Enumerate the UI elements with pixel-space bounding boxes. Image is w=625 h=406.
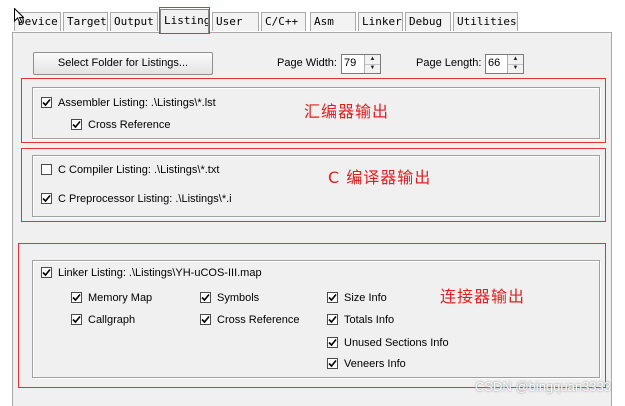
tab-utilities[interactable]: Utilities <box>453 12 518 31</box>
c-preprocessor-listing-checkbox[interactable] <box>41 193 52 204</box>
linker-cross-reference-checkbox[interactable] <box>200 314 211 325</box>
tab-listing[interactable]: Listing <box>160 9 209 33</box>
checkmark-icon <box>201 315 210 324</box>
spin-down-icon[interactable]: ▼ <box>365 64 380 73</box>
tab-user[interactable]: User <box>212 12 259 31</box>
assembler-listing-checkbox[interactable] <box>41 97 52 108</box>
tab-asm[interactable]: Asm <box>310 12 356 31</box>
linker-listing-label: Linker Listing: .\Listings\YH-uCOS-III.m… <box>58 267 262 279</box>
checkmark-icon <box>328 293 337 302</box>
linker-cross-reference-label: Cross Reference <box>217 314 300 326</box>
memory-map-label: Memory Map <box>88 292 153 304</box>
checkmark-icon <box>201 293 210 302</box>
checkmark-icon <box>42 98 51 107</box>
checkmark-icon <box>72 120 81 129</box>
memory-map-checkbox[interactable] <box>71 292 82 303</box>
assembler-listing-label: Assembler Listing: .\Listings\*.lst <box>58 97 216 109</box>
veneers-info-checkbox[interactable] <box>327 358 338 369</box>
symbols-checkbox[interactable] <box>200 292 211 303</box>
tab-debug[interactable]: Debug <box>405 12 451 31</box>
symbols-label: Symbols <box>217 292 260 304</box>
linker-annotation: 连接器输出 <box>440 287 526 306</box>
checkmark-icon <box>328 315 337 324</box>
unused-sections-info-checkbox[interactable] <box>327 337 338 348</box>
checkmark-icon <box>42 268 51 277</box>
page-width-spinner[interactable]: 79 ▲ ▼ <box>341 54 381 74</box>
tab-output[interactable]: Output <box>110 12 158 31</box>
tab-linker[interactable]: Linker <box>358 12 403 31</box>
totals-info-label: Totals Info <box>344 314 395 326</box>
page-width-value: 79 <box>344 57 357 69</box>
spin-down-icon[interactable]: ▼ <box>508 64 523 73</box>
c-compiler-listing-label: C Compiler Listing: .\Listings\*.txt <box>58 164 220 176</box>
page-width-label: Page Width: <box>277 57 337 69</box>
size-info-checkbox[interactable] <box>327 292 338 303</box>
linker-listing-checkbox[interactable] <box>41 267 52 278</box>
c-compiler-listing-checkbox[interactable] <box>41 164 52 175</box>
c-preprocessor-listing-label: C Preprocessor Listing: .\Listings\*.i <box>58 193 232 205</box>
assembler-cross-reference-checkbox[interactable] <box>71 119 82 130</box>
tab-strip: Device Target Output Listing User C/C++ … <box>0 0 625 34</box>
page-length-label: Page Length: <box>416 57 482 69</box>
mouse-cursor-icon <box>14 8 24 24</box>
size-info-label: Size Info <box>344 292 387 304</box>
page-length-spinner[interactable]: 66 ▲ ▼ <box>485 54 524 74</box>
checkmark-icon <box>328 338 337 347</box>
callgraph-checkbox[interactable] <box>71 314 82 325</box>
watermark-text: CSDN @bingquan3333 <box>474 379 611 394</box>
assembler-annotation: 汇编器输出 <box>304 102 390 121</box>
assembler-cross-reference-label: Cross Reference <box>88 119 171 131</box>
unused-sections-info-label: Unused Sections Info <box>344 337 449 349</box>
page-length-value: 66 <box>488 57 501 69</box>
tab-c-cpp[interactable]: C/C++ <box>261 12 306 31</box>
veneers-info-label: Veneers Info <box>344 358 406 370</box>
tab-target[interactable]: Target <box>63 12 108 31</box>
checkmark-icon <box>42 194 51 203</box>
callgraph-label: Callgraph <box>88 314 136 326</box>
totals-info-checkbox[interactable] <box>327 314 338 325</box>
checkmark-icon <box>72 293 81 302</box>
checkmark-icon <box>72 315 81 324</box>
select-folder-button[interactable]: Select Folder for Listings... <box>33 52 213 75</box>
checkmark-icon <box>328 359 337 368</box>
compiler-annotation: C 编译器输出 <box>328 168 432 187</box>
